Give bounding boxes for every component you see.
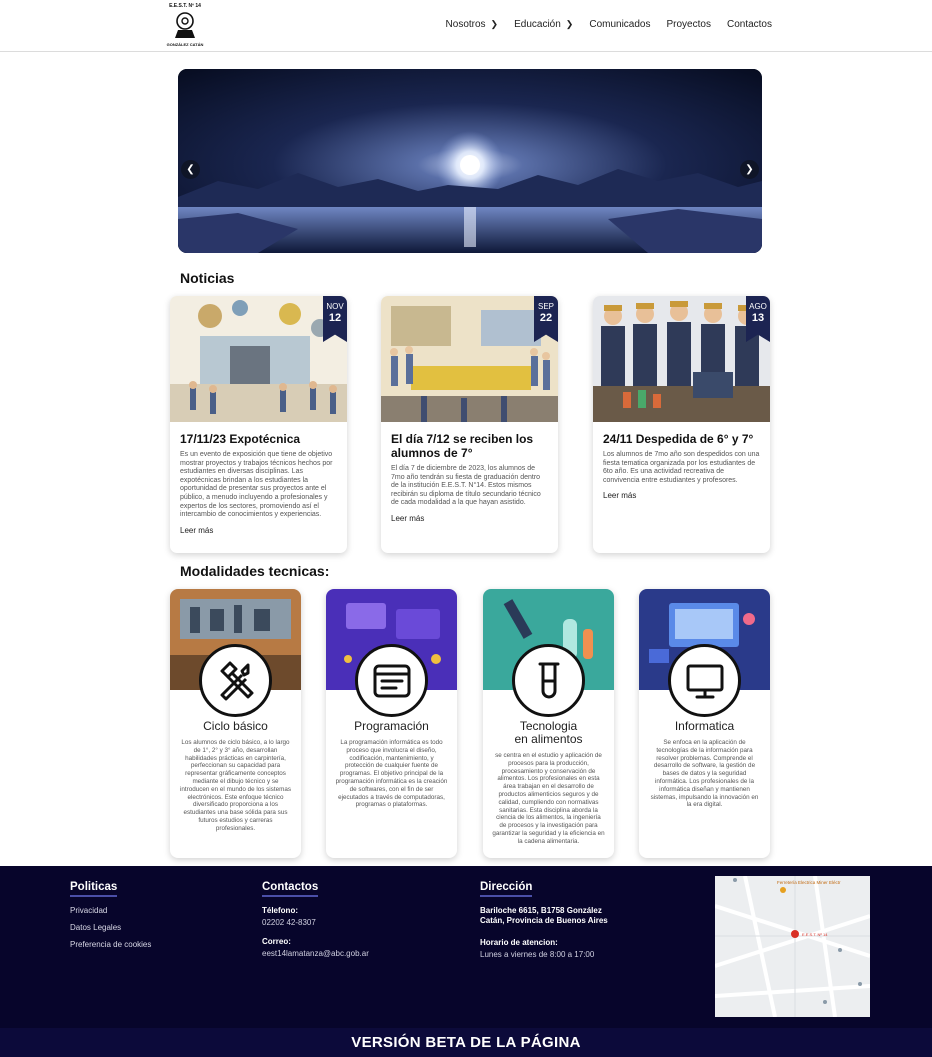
- footer-policies: Politicas Privacidad Datos Legales Prefe…: [70, 877, 151, 957]
- modality-description: Los alumnos de ciclo básico, a lo largo …: [180, 739, 291, 832]
- modalities-section-title: Modalidades tecnicas:: [180, 563, 330, 579]
- footer-address: Dirección Bariloche 6615, B1758 González…: [480, 877, 610, 969]
- footer-address-title: Dirección: [480, 881, 533, 897]
- modality-description: Se enfoca en la aplicación de tecnología…: [650, 739, 759, 809]
- date-day: 12: [328, 312, 342, 324]
- hero-landscape-image: [178, 69, 762, 253]
- date-day: 13: [751, 312, 765, 324]
- modality-card-programacion[interactable]: Programación La programación informática…: [326, 589, 457, 858]
- footer-policies-title: Politicas: [70, 881, 118, 897]
- email-value[interactable]: eest14lamatanza@abc.gob.ar: [262, 949, 369, 959]
- location-map[interactable]: Ferretería Electrica Miner Eléctr E.E.S.…: [715, 876, 870, 1017]
- modality-description: La programación informática es todo proc…: [335, 739, 448, 809]
- read-more-link[interactable]: Leer más: [180, 526, 337, 535]
- logo-text-bottom: GONZÁLEZ CATÁN: [167, 42, 204, 47]
- map-poi-label: Ferretería Electrica Miner Eléctr: [777, 880, 841, 885]
- email-label: Correo:: [262, 937, 291, 946]
- nav-label: Nosotros: [445, 19, 486, 30]
- news-image-graduacion: SEP 22: [381, 296, 558, 422]
- date-month: SEP: [537, 302, 554, 311]
- site-header: E.E.S.T. Nº 14 GONZÁLEZ CATÁN Nosotros ❯ …: [0, 0, 932, 52]
- hours-value: Lunes a viernes de 8:00 a 17:00: [480, 950, 595, 959]
- read-more-link[interactable]: Leer más: [603, 491, 760, 500]
- chevron-right-icon: ❯: [490, 19, 499, 29]
- modality-title: Ciclo básico: [203, 719, 268, 733]
- nav-item-comunicados[interactable]: Comunicados: [589, 19, 650, 30]
- carousel-next-button[interactable]: ❯: [740, 160, 759, 179]
- footer-contacts: Contactos Télefono: 02202 42-8307 Correo…: [262, 877, 369, 968]
- modality-title: Informatica: [674, 719, 735, 733]
- nav-item-nosotros[interactable]: Nosotros ❯: [446, 19, 499, 30]
- modality-card-informatica[interactable]: Informatica Se enfoca en la aplicación d…: [639, 589, 770, 858]
- news-title: El día 7/12 se reciben los alumnos de 7°: [391, 432, 534, 460]
- news-excerpt: Los alumnos de 7mo año son despedidos co…: [603, 451, 760, 484]
- location-pin-icon: [791, 930, 799, 938]
- site-footer: Politicas Privacidad Datos Legales Prefe…: [0, 866, 932, 1028]
- news-title: 24/11 Despedida de 6° y 7°: [603, 432, 754, 446]
- news-section-title: Noticias: [180, 270, 235, 286]
- nav-item-proyectos[interactable]: Proyectos: [667, 19, 711, 30]
- news-card[interactable]: NOV 12 17/11/23 Expotécnica Es un evento …: [170, 296, 347, 553]
- test-tube-icon: [512, 644, 585, 717]
- nav-label: Comunicados: [589, 19, 651, 30]
- privacy-link[interactable]: Privacidad: [70, 906, 151, 915]
- news-card[interactable]: AGO 13 24/11 Despedida de 6° y 7° Los alu…: [593, 296, 770, 553]
- news-excerpt: El día 7 de diciembre de 2023, los alumn…: [391, 465, 541, 507]
- nav-item-contactos[interactable]: Contactos: [727, 19, 772, 30]
- date-month: NOV: [326, 302, 344, 311]
- date-month: AGO: [749, 302, 767, 311]
- monitor-icon: [668, 644, 741, 717]
- modality-card-tecnologia-alimentos[interactable]: Tecnologia en alimentos se centra en el …: [483, 589, 614, 858]
- poi-marker-icon: [780, 887, 786, 893]
- modality-title: Tecnologia en alimentos: [514, 719, 583, 746]
- hours-label: Horario de atencion:: [480, 938, 558, 947]
- legal-data-link[interactable]: Datos Legales: [70, 923, 151, 932]
- beta-banner: VERSIÓN BETA DE LA PÁGINA: [0, 1028, 932, 1057]
- news-excerpt: Es un evento de exposición que tiene de …: [180, 451, 333, 519]
- news-image-despedida: AGO 13: [593, 296, 770, 422]
- carousel-prev-button[interactable]: ❮: [181, 160, 200, 179]
- modality-description: se centra en el estudio y aplicación de …: [492, 752, 605, 845]
- news-card[interactable]: SEP 22 El día 7/12 se reciben los alumnos…: [381, 296, 558, 553]
- hammer-wrench-icon: [199, 644, 272, 717]
- read-more-link[interactable]: Leer más: [391, 514, 548, 523]
- news-title: 17/11/23 Expotécnica: [180, 432, 301, 446]
- chevron-right-icon: ❯: [745, 164, 754, 175]
- nav-label: Contactos: [726, 19, 772, 30]
- modality-title: Programación: [354, 719, 429, 733]
- chevron-left-icon: ❮: [186, 164, 195, 175]
- hero-carousel[interactable]: ❮ ❯: [178, 69, 762, 253]
- phone-value[interactable]: 02202 42-8307: [262, 918, 369, 928]
- cookie-preferences-link[interactable]: Preferencia de cookies: [70, 940, 151, 949]
- logo-text-top: E.E.S.T. Nº 14: [169, 3, 201, 9]
- code-window-icon: [355, 644, 428, 717]
- nav-label: Educación: [514, 19, 561, 30]
- nav-item-educacion[interactable]: Educación ❯: [514, 19, 573, 30]
- main-nav: Nosotros ❯ Educación ❯ Comunicados Proyect…: [430, 19, 772, 30]
- chevron-right-icon: ❯: [565, 19, 574, 29]
- footer-contacts-title: Contactos: [262, 881, 319, 897]
- nav-label: Proyectos: [666, 19, 711, 30]
- school-logo[interactable]: E.E.S.T. Nº 14 GONZÁLEZ CATÁN: [164, 0, 206, 50]
- date-day: 22: [539, 312, 553, 324]
- address-value: Bariloche 6615, B1758 González Catán, Pr…: [480, 906, 608, 925]
- map-place-label: E.E.S.T. Nº 14: [802, 932, 828, 937]
- phone-label: Télefono:: [262, 906, 298, 915]
- modality-card-ciclo-basico[interactable]: Ciclo básico Los alumnos de ciclo básico…: [170, 589, 301, 858]
- news-image-expotecnica: NOV 12: [170, 296, 347, 422]
